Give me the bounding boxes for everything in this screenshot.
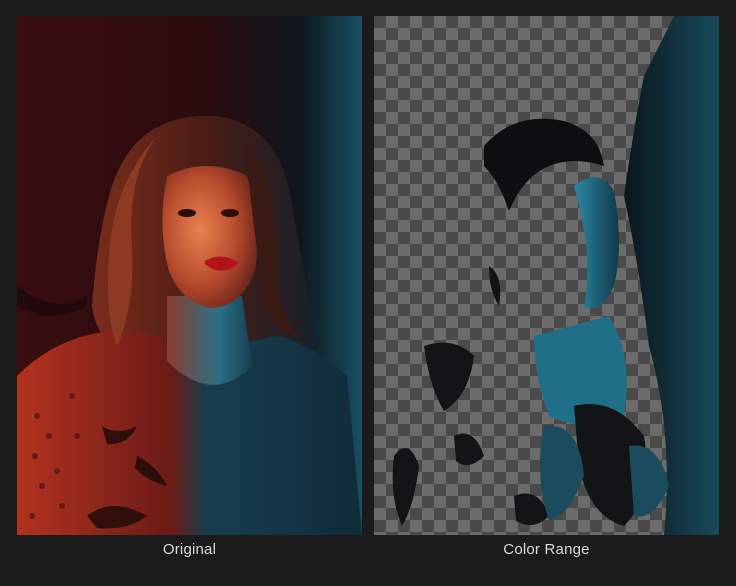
original-photo bbox=[17, 16, 362, 535]
color-range-image-panel bbox=[374, 16, 719, 535]
color-range-photo bbox=[374, 16, 719, 535]
original-image-panel bbox=[17, 16, 362, 535]
color-range-caption: Color Range bbox=[503, 541, 590, 558]
original-caption: Original bbox=[162, 541, 217, 558]
